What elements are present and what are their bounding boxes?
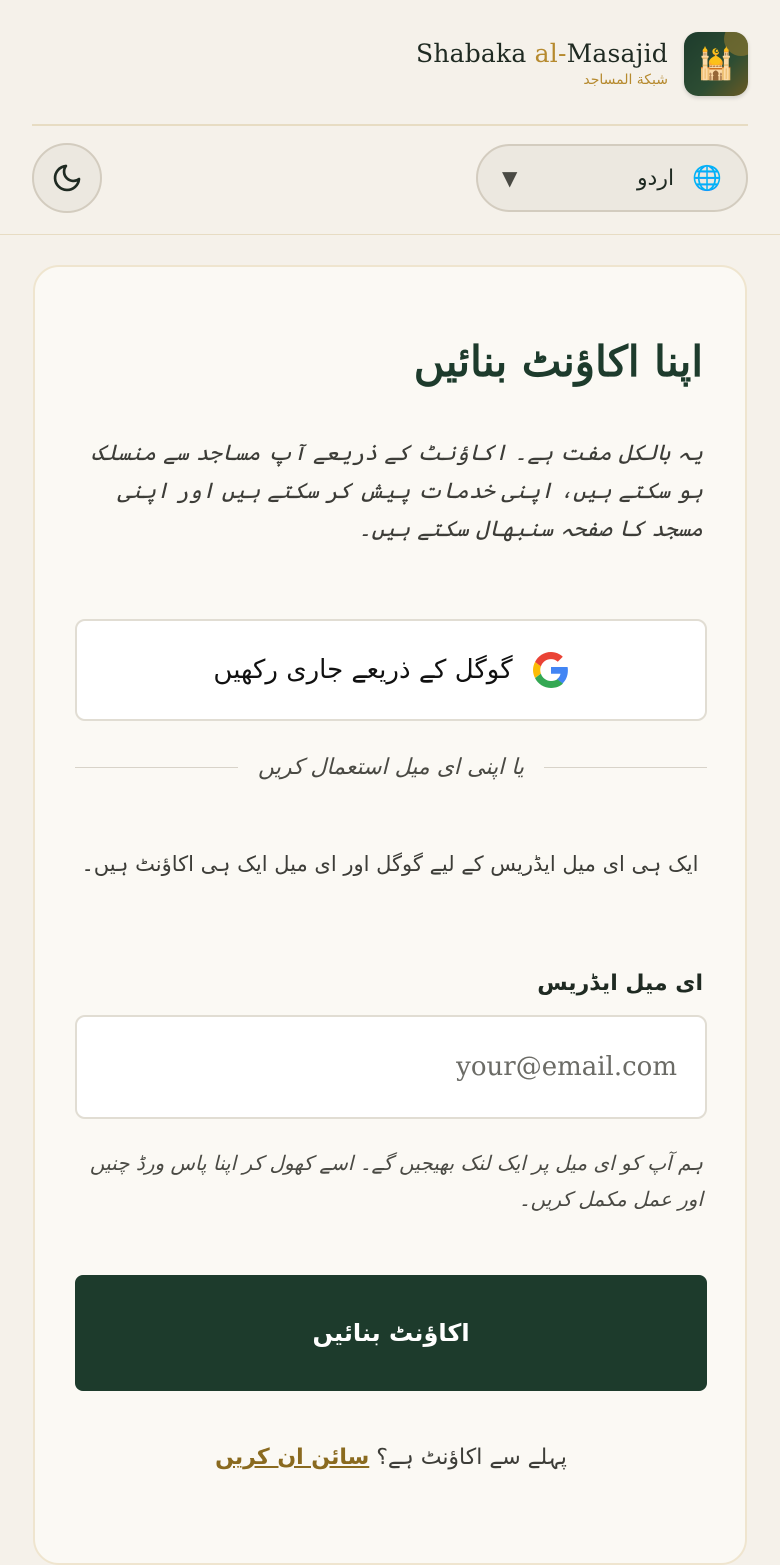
moon-icon — [53, 164, 81, 192]
signin-link[interactable]: سائن ان کریں — [215, 1445, 369, 1470]
brand-name-part1: Shabaka — [416, 38, 535, 68]
mosque-icon[interactable]: 🕌 — [684, 32, 748, 96]
chevron-down-icon: ▼ — [502, 166, 518, 190]
divider-line — [544, 767, 708, 768]
site-header: Shabaka al-Masajid شبكة المساجد 🕌 ▼ اردو… — [0, 0, 780, 236]
page-title: اپنا اکاؤنٹ بنائیں — [413, 337, 703, 386]
signin-prompt: پہلے سے اکاؤنٹ ہے؟ سائن ان کریں — [75, 1445, 707, 1470]
same-account-note: ایک ہی ای میل ایڈریس کے لیے گوگل اور ای … — [81, 852, 699, 876]
brand[interactable]: Shabaka al-Masajid شبكة المساجد 🕌 — [416, 32, 748, 96]
language-value: اردو 🌐 — [637, 164, 722, 192]
brand-name-part3: Masajid — [566, 38, 668, 68]
divider-line — [75, 767, 238, 768]
signup-card: اپنا اکاؤنٹ بنائیں یہ بالکل مفت ہے۔ اکاؤ… — [33, 265, 747, 1565]
language-select[interactable]: ▼ اردو 🌐 — [476, 144, 748, 212]
google-icon — [532, 652, 568, 688]
have-account-text: پہلے سے اکاؤنٹ ہے؟ — [369, 1445, 567, 1470]
theme-toggle-button[interactable] — [32, 143, 102, 213]
google-signin-button[interactable]: گوگل کے ذریعے جاری رکھیں — [75, 619, 707, 721]
header-divider — [32, 124, 748, 126]
language-selected: اردو — [636, 165, 675, 191]
brand-text: Shabaka al-Masajid شبكة المساجد — [416, 38, 668, 89]
or-divider: یا اپنی ای میل استعمال کریں — [75, 755, 708, 780]
intro-text: یہ بالکل مفت ہے۔ اکاؤنٹ کے ذریعے آپ مساج… — [91, 441, 703, 542]
create-account-button[interactable]: اکاؤنٹ بنائیں — [75, 1275, 707, 1391]
email-label: ای میل ایڈریس — [537, 971, 703, 996]
email-help-text: ہم آپ کو ای میل پر ایک لنک بھیجیں گے۔ اس… — [89, 1151, 703, 1211]
globe-icon: 🌐 — [692, 164, 722, 192]
header-bottom-border — [0, 234, 780, 235]
brand-subtitle: شبكة المساجد — [583, 72, 668, 89]
brand-name: Shabaka al-Masajid — [416, 38, 668, 68]
google-button-label: گوگل کے ذریعے جاری رکھیں — [213, 655, 513, 685]
email-field[interactable] — [75, 1015, 707, 1119]
or-divider-text: یا اپنی ای میل استعمال کریں — [257, 755, 525, 780]
brand-name-part2: al- — [534, 38, 567, 68]
